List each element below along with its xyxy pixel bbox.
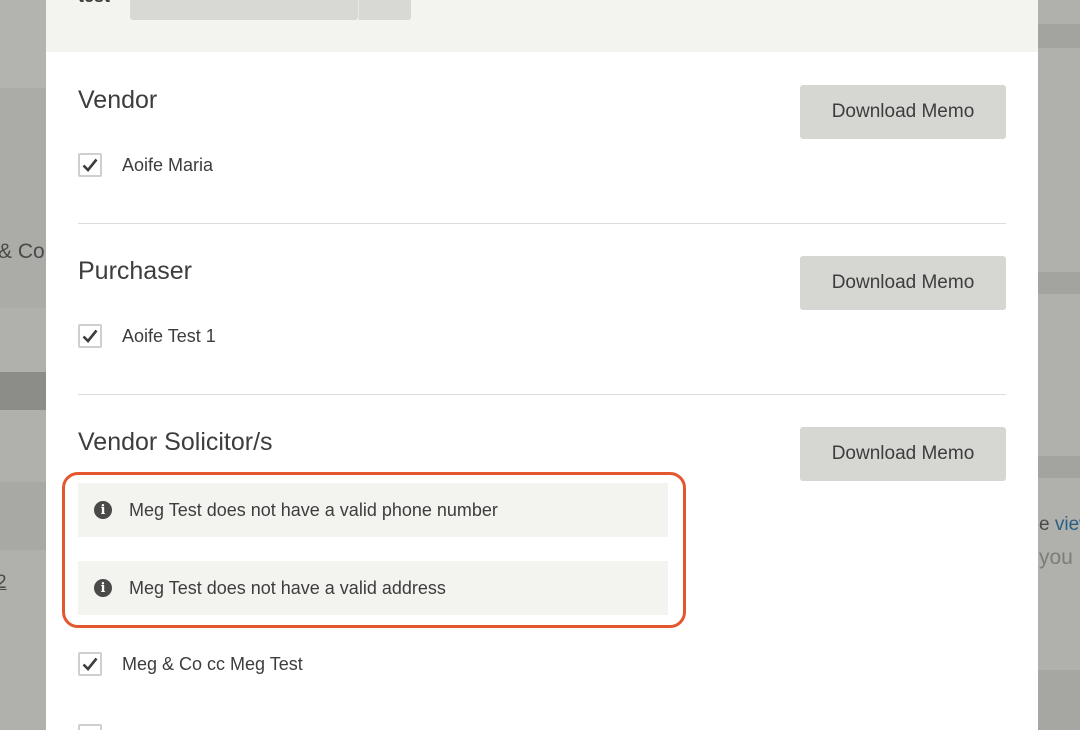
section-divider <box>78 223 1006 224</box>
checkbox-checked[interactable] <box>78 324 102 348</box>
checkbox-row-partial[interactable] <box>78 722 122 730</box>
checkbox-row[interactable]: Meg & Co cc Meg Test <box>78 650 303 678</box>
section-title: Purchaser <box>78 257 192 285</box>
background-text: you <box>1039 546 1073 569</box>
warning-message: i Meg Test does not have a valid phone n… <box>78 483 668 537</box>
checkbox-label: Aoife Maria <box>122 154 214 175</box>
background-text: e <box>1039 514 1055 535</box>
warning-text: Meg Test does not have a valid phone num… <box>129 499 498 520</box>
warning-text: Meg Test does not have a valid address <box>129 577 446 598</box>
vendor-section: Vendor Download Memo Aoife Maria <box>78 85 1006 195</box>
section-title: Vendor Solicitor/s <box>78 428 273 456</box>
background-band <box>1038 670 1080 730</box>
download-memo-button[interactable]: Download Memo <box>800 85 1006 139</box>
download-memo-button[interactable]: Download Memo <box>800 256 1006 310</box>
checkmark-icon <box>82 329 98 343</box>
background-band <box>1038 456 1080 478</box>
checkmark-icon <box>82 657 98 671</box>
warning-message: i Meg Test does not have a valid address <box>78 561 668 615</box>
checkbox-label: Aoife Test 1 <box>122 325 216 346</box>
download-memo-button[interactable]: Download Memo <box>800 427 1006 481</box>
background-band <box>0 482 46 550</box>
info-icon: i <box>94 579 112 597</box>
checkbox-row[interactable]: Aoife Test 1 <box>78 322 216 350</box>
background-band <box>0 372 46 410</box>
screen: & Co 2 e view you test Vendor Download M… <box>0 0 1080 730</box>
top-select[interactable] <box>130 0 358 20</box>
checkmark-icon <box>82 158 98 172</box>
background-band <box>0 88 46 308</box>
background-text: & Co <box>0 240 45 263</box>
view-link: view <box>1054 514 1080 535</box>
checkbox-checked[interactable] <box>78 153 102 177</box>
background-band <box>1038 24 1080 48</box>
purchaser-section: Purchaser Download Memo Aoife Test 1 <box>78 256 1006 366</box>
top-select-arrow[interactable] <box>358 0 411 20</box>
modal-dialog: test Vendor Download Memo Aoife Maria Pu… <box>46 0 1038 730</box>
section-divider <box>78 394 1006 395</box>
checkbox-label: Meg & Co cc Meg Test <box>122 653 303 674</box>
vendor-solicitor-section: Vendor Solicitor/s Download Memo <box>78 427 1006 487</box>
background-link: 2 <box>0 572 7 593</box>
background-view-link: e view <box>1039 514 1080 536</box>
section-title: Vendor <box>78 86 158 114</box>
background-band <box>1038 272 1080 294</box>
background-band <box>0 0 46 88</box>
info-icon: i <box>94 501 112 519</box>
checkbox-checked[interactable] <box>78 652 102 676</box>
checkbox-row[interactable]: Aoife Maria <box>78 151 213 179</box>
checkbox-unchecked[interactable] <box>78 724 102 730</box>
modal-top-bar: test <box>46 0 1038 52</box>
top-field-label: test <box>78 0 110 7</box>
